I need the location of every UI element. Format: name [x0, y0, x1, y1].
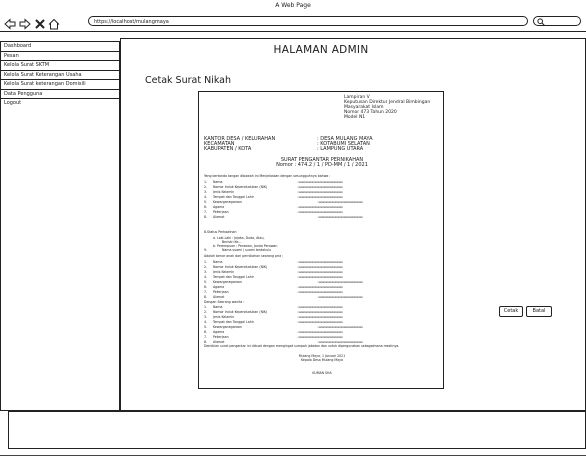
sidebar: Dashboard Pesan Kelola Surat SKTM Kelola…	[0, 41, 120, 411]
letter-number: Nomor : 474.2 / 1 / PD-MM / 1 / 2021	[276, 162, 368, 168]
sidebar-item-dashboard[interactable]: Dashboard	[1, 42, 119, 52]
sign-role: Kepala Desa Mulang Maya	[301, 358, 343, 362]
back-arrow-icon[interactable]	[4, 15, 16, 30]
marital-line-num: 9.	[204, 248, 208, 252]
intro-text: Yang bertanda tangan dibawah ini Menjela…	[204, 174, 331, 178]
home-icon[interactable]	[48, 15, 60, 30]
field-label: Alamat	[213, 215, 225, 219]
url-bar[interactable]: https://localhost/mulangmaya	[88, 16, 528, 26]
sign-name: KUMAN SHA	[312, 371, 332, 375]
forward-arrow-icon[interactable]	[19, 15, 31, 30]
page-title: HALAMAN ADMIN	[273, 44, 369, 56]
marital-line: Nama suami / suami terdahulu	[222, 248, 272, 252]
father-heading: Adalah benar anak dari pernikahan seoran…	[204, 254, 284, 258]
sidebar-item-pesan[interactable]: Pesan	[1, 52, 119, 61]
marital-heading: 8.Status Perkawinan	[204, 230, 237, 234]
search-icon	[537, 18, 545, 26]
footer-divider	[0, 455, 586, 456]
main-content: HALAMAN ADMIN Cetak Surat Nikah Lampiran…	[120, 38, 586, 411]
footer-panel	[8, 411, 586, 449]
sidebar-item-sktm[interactable]: Kelola Surat SKTM	[1, 61, 119, 71]
browser-toolbar: https://localhost/mulangmaya	[0, 11, 586, 32]
letter-preview: Lampiran V Keputusan Direktur Jendral Bi…	[198, 91, 444, 389]
closing-text: Demikian surat pengantar ini dibuat deng…	[204, 344, 400, 348]
office-value: : LAMPUNG UTARA	[317, 146, 364, 152]
sidebar-item-logout[interactable]: Logout	[1, 99, 119, 108]
field-number: 8.	[204, 215, 208, 219]
office-label: KABUPATEN / KOTA	[204, 146, 252, 152]
header-line: Model N1	[344, 115, 366, 120]
field-value-placeholder: : xxxxxxxxxxxxxxxxxxxxxxxxxxxxxx	[317, 295, 363, 299]
field-value-placeholder: : xxxxxxxxxxxxxxxxxxxxxxxxxxxxxx	[317, 215, 363, 219]
browser-search-box[interactable]	[533, 16, 581, 26]
section-title: Cetak Surat Nikah	[145, 75, 231, 86]
mother-heading: Dengan Seorang wanita :	[204, 300, 245, 304]
sidebar-item-pengguna[interactable]: Data Pengguna	[1, 90, 119, 99]
print-button[interactable]: Cetak	[499, 306, 523, 317]
browser-window-title: A Web Page	[275, 2, 311, 9]
sidebar-item-usaha[interactable]: Kelola Surat Keterangan Usaha	[1, 71, 119, 80]
close-icon[interactable]	[34, 15, 46, 29]
cancel-button[interactable]: Batal	[526, 306, 552, 317]
sidebar-item-domisili[interactable]: Kelola Surat keterangan Domisili	[1, 80, 119, 90]
